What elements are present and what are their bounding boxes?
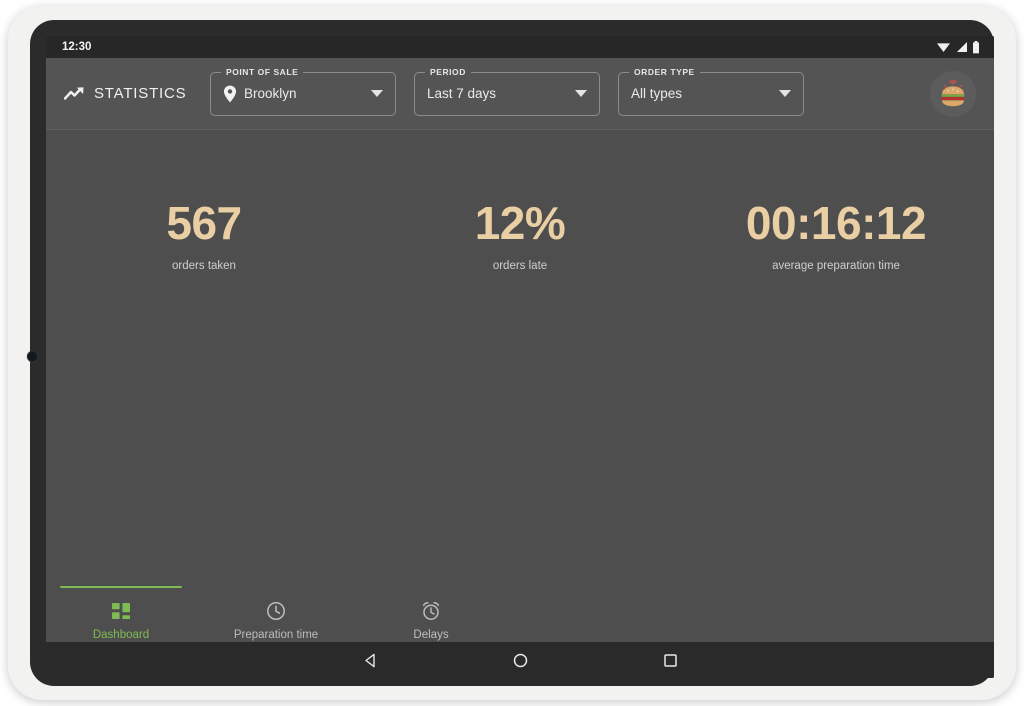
nav-item-delays-label: Delays xyxy=(413,629,449,641)
kpi-orders-taken-value: 567 xyxy=(166,197,242,249)
back-triangle-icon xyxy=(364,653,375,667)
kpi-average-preparation-time: 00:16:12 average preparation time xyxy=(678,200,994,272)
app-bar: STATISTICS POINT OF SALE Brooklyn PERIOD… xyxy=(46,58,994,130)
android-navigation-bar xyxy=(46,642,994,678)
kpi-orders-taken-label: orders taken xyxy=(172,260,236,272)
android-back-button[interactable] xyxy=(295,652,445,669)
device-screen: 12:30 STATISTICS POINT OF SALE Brooklyn … xyxy=(46,36,994,678)
dashboard-content: 567 orders taken 12% orders late 00:16:1… xyxy=(46,130,994,586)
filter-period[interactable]: PERIOD Last 7 days xyxy=(414,66,600,116)
app-brand: STATISTICS xyxy=(64,85,204,102)
chevron-down-icon[interactable] xyxy=(779,90,791,97)
tablet-device-frame: 12:30 STATISTICS POINT OF SALE Brooklyn … xyxy=(8,6,1016,700)
filter-point-of-sale-value: Brooklyn xyxy=(244,86,297,101)
kpi-average-preparation-time-label: average preparation time xyxy=(772,260,900,272)
nav-item-preparation-time-label: Preparation time xyxy=(233,629,319,641)
status-bar-icons xyxy=(936,40,980,54)
kpi-orders-late-value: 12% xyxy=(474,197,566,249)
dashboard-grid-icon xyxy=(112,603,130,619)
filter-point-of-sale[interactable]: POINT OF SALE Brooklyn xyxy=(210,66,396,116)
trending-up-icon xyxy=(64,87,84,100)
burger-logo-icon xyxy=(941,78,965,106)
battery-icon xyxy=(973,40,979,53)
clock-icon xyxy=(267,602,285,620)
chevron-down-icon[interactable] xyxy=(371,90,383,97)
active-tab-indicator xyxy=(60,586,182,588)
filter-order-type-legend: ORDER TYPE xyxy=(629,66,700,77)
kpi-orders-late: 12% orders late xyxy=(362,200,678,272)
home-circle-icon xyxy=(513,653,527,667)
recents-square-icon xyxy=(663,653,677,667)
filter-order-type-value: All types xyxy=(631,86,683,101)
filter-bar: POINT OF SALE Brooklyn PERIOD Last 7 day… xyxy=(210,66,804,116)
location-pin-icon xyxy=(223,85,237,103)
android-status-bar: 12:30 xyxy=(46,36,994,58)
alarm-clock-icon xyxy=(422,602,440,620)
front-camera-icon xyxy=(27,351,38,362)
filter-period-value: Last 7 days xyxy=(427,86,497,101)
cellular-signal-icon xyxy=(957,42,967,52)
avatar[interactable] xyxy=(930,70,976,117)
kpi-orders-taken: 567 orders taken xyxy=(46,200,362,272)
kpi-row: 567 orders taken 12% orders late 00:16:1… xyxy=(46,200,994,272)
page-title: STATISTICS xyxy=(94,85,187,102)
chevron-down-icon[interactable] xyxy=(575,90,587,97)
nav-item-dashboard-label: Dashboard xyxy=(92,629,150,641)
kpi-orders-late-label: orders late xyxy=(492,260,548,272)
kpi-average-preparation-time-value: 00:16:12 xyxy=(745,197,927,249)
status-bar-clock: 12:30 xyxy=(62,41,92,53)
filter-period-legend: PERIOD xyxy=(425,66,471,77)
android-home-button[interactable] xyxy=(445,652,595,669)
filter-point-of-sale-legend: POINT OF SALE xyxy=(221,66,304,77)
android-recents-button[interactable] xyxy=(595,652,745,669)
wifi-icon xyxy=(937,43,950,52)
filter-order-type[interactable]: ORDER TYPE All types xyxy=(618,66,804,116)
